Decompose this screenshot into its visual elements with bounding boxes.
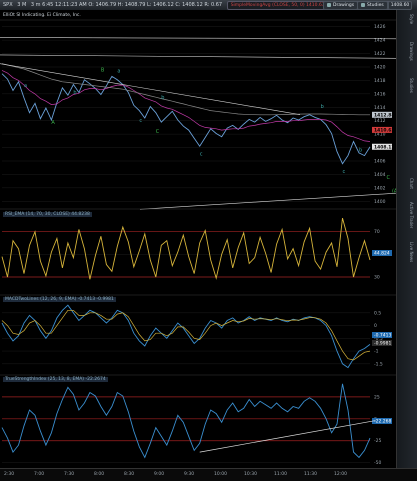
sidebar-tab-active-trader[interactable]: Active Trader (401, 202, 414, 228)
wave-annotation: A (51, 120, 55, 126)
y-tick-label: 1412 (374, 118, 386, 124)
wave-annotation: C (156, 129, 160, 135)
series-line-0-1 (1, 70, 371, 142)
y-tick-label: 1416 (374, 91, 386, 97)
wave-annotation: b (73, 90, 76, 96)
wave-annotation: a (24, 83, 27, 89)
price-label: 1412.88 (374, 112, 395, 118)
x-tick-label: 10:00 (214, 472, 227, 477)
chart-canvas[interactable]: 1426142414221420141814161414141214101408… (0, 0, 396, 468)
wave-annotation: b (161, 95, 164, 101)
wave-annotation: c (343, 169, 346, 175)
y-tick-label: 1402 (374, 185, 386, 191)
readout-value: 44.824 (374, 251, 390, 257)
wave-annotation: C (386, 175, 390, 181)
x-tick-label: 8:00 (94, 472, 105, 477)
y-tick-label: 1418 (374, 78, 386, 84)
sidebar-tab-style[interactable]: Style (401, 14, 414, 24)
sidebar-tab-chart[interactable]: Chart (401, 178, 414, 189)
readout-value: -22.268 (374, 419, 392, 425)
series-line-3-0 (1, 383, 371, 459)
series-line-1-0 (1, 217, 371, 280)
macd-pane-label: MACDTwoLines (12, 26, 9, EMA) -0.7413 -0… (3, 297, 116, 302)
y-tick-label: -1.5 (374, 361, 383, 367)
wave-annotation: B (101, 68, 105, 74)
x-tick-label: 11:00 (274, 472, 287, 477)
x-tick-label: 9:00 (154, 472, 165, 477)
wave-annotation: a (117, 68, 120, 74)
x-tick-label: 12:00 (334, 472, 347, 477)
price-label: 1410.63 (374, 128, 395, 134)
y-tick-label: 1422 (374, 51, 386, 57)
time-axis: 2:30 7:00 7:30 8:00 8:30 9:00 9:30 10:00 10:30 11… (0, 468, 417, 481)
y-tick-label: -50 (374, 460, 381, 466)
x-tick-label: 8:30 (124, 472, 135, 477)
y-tick-label: 1400 (374, 199, 386, 205)
right-sidebar: Style Drawings Studies Chart Active Trad… (396, 10, 417, 468)
wave-annotation: c (200, 152, 203, 158)
x-tick-label: 7:30 (64, 472, 75, 477)
channel-top-line (0, 37, 396, 40)
series-line-2-0 (1, 304, 371, 369)
x-tick-label: 9:30 (184, 472, 195, 477)
tsi-trendline (199, 420, 376, 453)
x-tick-label: 7:00 (34, 472, 45, 477)
y-tick-label: 1414 (374, 105, 386, 111)
x-tick-label: 11:30 (304, 472, 317, 477)
wave-annotation: b (359, 148, 362, 154)
y-tick-label: -1 (374, 349, 379, 355)
channel-upper-line (0, 54, 396, 59)
rsi-pane-label: RSI_EMA (14, 70, 30, CLOSE) 44.8238 (3, 212, 92, 217)
tsi-pane-label: TrueStrengthIndex (25, 13, 8, EMA) -22.2… (3, 377, 108, 382)
y-tick-label: 1404 (374, 172, 386, 178)
sidebar-tab-live-news[interactable]: Live News (401, 242, 414, 262)
x-tick-label: 2:30 (4, 472, 15, 477)
y-tick-label: 0.5 (374, 310, 381, 316)
y-tick-label: 30 (374, 275, 380, 281)
y-tick-label: -25 (374, 438, 381, 444)
y-tick-label: 1426 (374, 24, 386, 30)
readout-value: -0.9981 (374, 341, 392, 347)
sidebar-tab-drawings[interactable]: Drawings (401, 42, 414, 61)
x-tick-label: 10:30 (244, 472, 257, 477)
y-tick-label: 0 (374, 323, 377, 329)
y-tick-label: 1420 (374, 65, 386, 71)
series-line-0-0 (1, 73, 371, 165)
sidebar-tab-studies[interactable]: Studies (401, 78, 414, 93)
readout-value: -0.7413 (374, 333, 392, 339)
y-tick-label: 25 (374, 394, 380, 400)
wave-annotation: b (321, 104, 324, 110)
price-label: 1408.12 (374, 144, 395, 150)
wave-annotation: (A) ?? (392, 189, 396, 195)
wave-annotation: c (139, 118, 142, 124)
y-tick-label: 1406 (374, 159, 386, 165)
y-tick-label: 70 (374, 229, 380, 235)
